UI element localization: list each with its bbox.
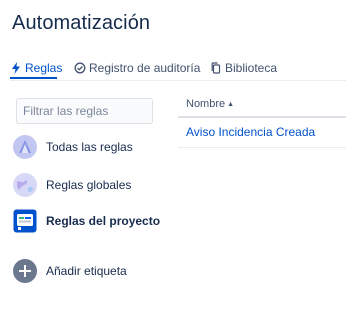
add-label-button[interactable]: Añadir etiqueta [13, 258, 127, 284]
tab-label: Registro de auditoría [89, 61, 201, 75]
tab-biblioteca[interactable]: Biblioteca [210, 58, 277, 78]
sidebar-item-label: Reglas del proyecto [46, 214, 161, 228]
globe-avatar-icon [13, 173, 37, 197]
sidebar-item-label: Todas las reglas [46, 140, 133, 154]
lightning-icon [10, 62, 22, 74]
page-title: Automatización [12, 12, 151, 34]
tab-label: Reglas [25, 61, 63, 75]
all-rules-avatar-icon [13, 135, 37, 159]
tabs-divider [10, 80, 346, 81]
active-tab-indicator [10, 77, 57, 79]
tab-label: Biblioteca [225, 61, 278, 75]
sidebar-item-label: Añadir etiqueta [46, 264, 127, 278]
tab-registro-de-auditoria[interactable]: Registro de auditoría [74, 58, 200, 78]
sort-arrow-icon: ▲ [227, 100, 235, 108]
rule-name-link[interactable]: Aviso Incidencia Creada [186, 125, 315, 139]
filter-rules-input[interactable] [16, 98, 153, 124]
column-header-nombre[interactable]: Nombre ▲ [186, 98, 234, 110]
table-header-divider [178, 116, 346, 118]
add-circle-icon [13, 259, 37, 283]
project-avatar-icon [13, 209, 37, 233]
column-header-label: Nombre [186, 98, 226, 110]
sidebar-item-todas-las-reglas[interactable]: Todas las reglas [13, 134, 133, 160]
tab-bar: Reglas Registro de auditoría Biblioteca [10, 58, 346, 80]
table-row-divider [178, 147, 346, 148]
sidebar-item-reglas-globales[interactable]: Reglas globales [13, 172, 131, 198]
sidebar-item-label: Reglas globales [46, 178, 132, 192]
check-circle-icon [74, 62, 86, 74]
tab-reglas[interactable]: Reglas [10, 58, 62, 78]
copy-icon [210, 62, 222, 74]
sidebar-item-reglas-del-proyecto[interactable]: Reglas del proyecto [13, 208, 160, 234]
